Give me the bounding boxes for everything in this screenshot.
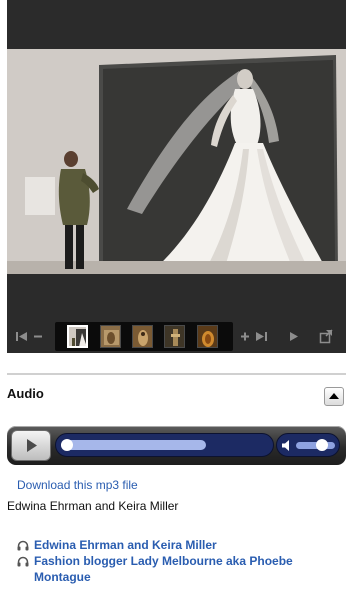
skip-back-icon (16, 332, 27, 341)
next-photo-button[interactable] (254, 328, 268, 345)
track-item[interactable]: Edwina Ehrman and Keira Miller (17, 537, 347, 553)
zoom-out-button[interactable] (33, 328, 43, 345)
headphones-icon (17, 540, 29, 551)
track-link[interactable]: Edwina Ehrman and Keira Miller (34, 538, 217, 552)
thumbnail-2[interactable] (100, 325, 121, 348)
seek-handle[interactable] (61, 439, 73, 451)
seek-bar[interactable] (55, 433, 274, 457)
play-icon (290, 332, 298, 341)
track-list: Edwina Ehrman and Keira Miller Fashion b… (17, 537, 347, 585)
section-divider (7, 373, 346, 375)
main-photo[interactable] (7, 49, 346, 274)
thumbnail-1[interactable] (67, 325, 88, 348)
volume-control[interactable] (276, 433, 340, 457)
track-item[interactable]: Fashion blogger Lady Melbourne aka Phoeb… (17, 553, 347, 585)
play-icon (27, 439, 37, 452)
audio-play-button[interactable] (11, 430, 51, 461)
fullscreen-button[interactable] (319, 328, 333, 345)
collapse-button[interactable] (324, 387, 344, 406)
play-slideshow-button[interactable] (288, 328, 300, 345)
audio-caption: Edwina Ehrman and Keira Miller (7, 499, 179, 513)
thumbnail-5[interactable] (197, 325, 218, 348)
skip-forward-icon (256, 332, 267, 341)
audio-player (7, 426, 346, 465)
caret-up-icon (329, 393, 339, 399)
thumbnail-4[interactable] (164, 325, 185, 348)
download-mp3-link[interactable]: Download this mp3 file (17, 478, 138, 492)
audio-section-title: Audio (7, 386, 44, 401)
speaker-icon (282, 440, 289, 451)
photo-viewer (7, 0, 346, 353)
thumbnail-3[interactable] (132, 325, 153, 348)
thumbnail-strip (55, 322, 233, 351)
track-link[interactable]: Fashion blogger Lady Melbourne aka Phoeb… (34, 554, 293, 584)
expand-icon (319, 329, 333, 344)
minus-icon (34, 335, 42, 338)
volume-handle[interactable] (316, 439, 328, 451)
headphones-icon (17, 556, 29, 567)
zoom-in-button[interactable] (240, 328, 250, 345)
buffer-progress (61, 440, 206, 450)
first-photo-button[interactable] (15, 328, 29, 345)
plus-icon (241, 332, 249, 341)
filmstrip-toolbar (7, 320, 346, 353)
